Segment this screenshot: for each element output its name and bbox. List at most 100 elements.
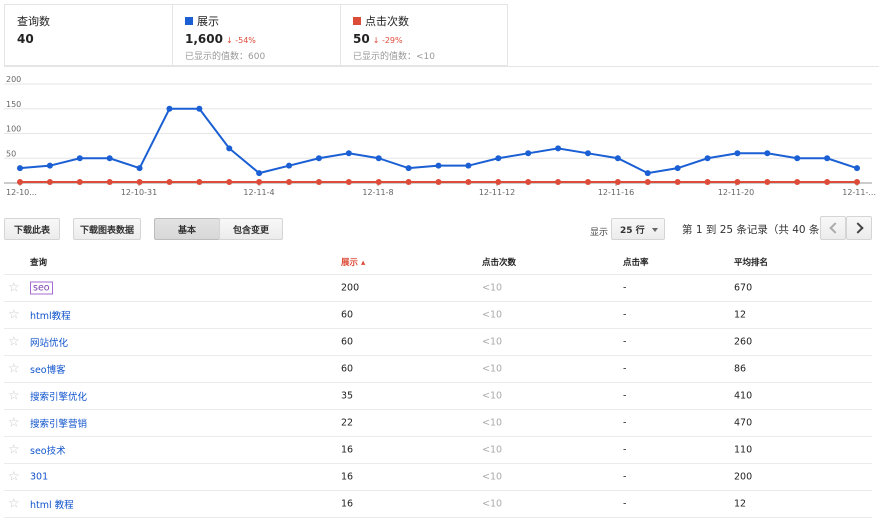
data-point [166, 179, 173, 186]
star-icon[interactable]: ☆ [8, 335, 20, 350]
summary-stats: 查询数 40 展示 1,600 ↓ -54% 已显示的值数：600 点击次数 5… [4, 4, 508, 66]
data-point [854, 165, 860, 172]
x-tick-label: 12-11-4 [243, 188, 274, 197]
col-avg-position[interactable]: 平均排名 [734, 256, 768, 268]
query-link[interactable]: seo [30, 281, 53, 295]
cell-clicks: <10 [482, 498, 503, 510]
col-ctr[interactable]: 点击率 [623, 256, 649, 268]
star-icon[interactable]: ☆ [8, 389, 20, 404]
data-point [136, 179, 143, 186]
data-point [584, 179, 591, 186]
data-point [764, 150, 771, 157]
impressions-color-swatch [185, 17, 193, 25]
cell-clicks: <10 [482, 471, 503, 483]
rows-per-page-value: 25 行 [620, 225, 645, 236]
y-tick-label: 200 [6, 76, 21, 84]
star-icon[interactable]: ☆ [8, 443, 20, 458]
data-point [46, 179, 53, 186]
cell-clicks: <10 [482, 309, 503, 321]
view-with-change-button[interactable]: 包含变更 [219, 218, 283, 240]
stat-impressions-label: 展示 [197, 15, 219, 28]
data-point [435, 162, 442, 169]
download-chart-data-button[interactable]: 下载图表数据 [73, 218, 141, 240]
data-point [405, 179, 412, 186]
data-point [824, 155, 831, 162]
query-link[interactable]: 搜索引擎优化 [30, 392, 87, 403]
queries-table: 查询 展示 ▴ 点击次数 点击率 平均排名 ☆ seo 200 <10 - 670 ☆ htm… [4, 250, 872, 518]
prev-page-button[interactable] [820, 216, 846, 240]
star-icon[interactable]: ☆ [8, 470, 20, 485]
data-point [555, 145, 562, 152]
star-icon[interactable]: ☆ [8, 497, 20, 512]
star-icon[interactable]: ☆ [8, 308, 20, 323]
chevron-right-icon [851, 222, 864, 234]
cell-ctr: - [623, 498, 627, 510]
cell-clicks: <10 [482, 417, 503, 429]
table-row: ☆ html 教程 16 <10 - 12 [4, 491, 872, 518]
data-point [405, 165, 412, 172]
star-icon[interactable]: ☆ [8, 362, 20, 377]
query-link[interactable]: 网站优化 [30, 338, 68, 349]
cell-clicks: <10 [482, 444, 503, 456]
cell-avg-position: 12 [734, 498, 747, 510]
y-tick-label: 50 [6, 149, 16, 158]
star-icon[interactable]: ☆ [8, 281, 20, 296]
col-impressions[interactable]: 展示 ▴ [341, 256, 365, 268]
cell-ctr: - [623, 309, 627, 321]
stat-impressions-value: 1,600 [185, 32, 223, 46]
cell-impressions: 60 [341, 363, 354, 375]
table-row: ☆ 301 16 <10 - 200 [4, 464, 872, 491]
next-page-button[interactable] [846, 216, 872, 240]
query-link[interactable]: 搜索引擎营销 [30, 419, 87, 430]
x-tick-label: 12-11-12 [479, 188, 515, 197]
data-point [794, 155, 801, 162]
cell-ctr: - [623, 390, 627, 402]
data-point [674, 165, 681, 172]
data-point [226, 179, 233, 186]
stat-impressions-delta: ↓ -54% [225, 36, 256, 45]
data-point [854, 179, 860, 186]
table-body: ☆ seo 200 <10 - 670 ☆ html教程 60 <10 - 12 ☆ 网站优化 60 <10 -… [4, 275, 872, 518]
cell-ctr: - [623, 444, 627, 456]
stat-impressions[interactable]: 展示 1,600 ↓ -54% 已显示的值数：600 [172, 4, 340, 66]
x-tick-label: 12-10... [6, 188, 37, 197]
data-point [106, 179, 113, 186]
divider [4, 66, 879, 67]
data-point [764, 179, 771, 186]
x-tick-label: 12-10-31 [121, 188, 157, 197]
col-clicks[interactable]: 点击次数 [482, 256, 516, 268]
data-point [256, 170, 263, 177]
data-point [734, 150, 741, 157]
star-icon[interactable]: ☆ [8, 416, 20, 431]
data-point [465, 179, 472, 186]
data-point [465, 162, 472, 169]
cell-avg-position: 470 [734, 417, 753, 429]
cell-ctr: - [623, 282, 627, 294]
data-point [644, 179, 651, 186]
cell-avg-position: 86 [734, 363, 747, 375]
data-point [584, 150, 591, 157]
view-basic-button[interactable]: 基本 [154, 218, 220, 240]
table-row: ☆ seo技术 16 <10 - 110 [4, 437, 872, 464]
table-row: ☆ seo博客 60 <10 - 86 [4, 356, 872, 383]
download-table-button[interactable]: 下载此表 [4, 218, 60, 240]
query-link[interactable]: seo技术 [30, 446, 66, 457]
stat-clicks[interactable]: 点击次数 50 ↓ -29% 已显示的值数：<10 [340, 4, 508, 66]
cell-avg-position: 410 [734, 390, 753, 402]
data-point [704, 179, 711, 186]
query-link[interactable]: html教程 [30, 311, 71, 322]
cell-clicks: <10 [482, 336, 503, 348]
stat-queries: 查询数 40 [4, 4, 172, 66]
cell-clicks: <10 [482, 282, 503, 294]
cell-avg-position: 260 [734, 336, 753, 348]
stat-queries-label: 查询数 [17, 15, 50, 28]
data-point [76, 179, 83, 186]
query-link[interactable]: seo博客 [30, 365, 66, 376]
query-link[interactable]: 301 [30, 472, 48, 483]
col-query[interactable]: 查询 [30, 256, 47, 268]
query-link[interactable]: html 教程 [30, 500, 74, 511]
record-range-text: 第 1 到 25 条记录（共 40 条） [682, 224, 830, 236]
data-point [166, 105, 173, 112]
rows-per-page-select[interactable]: 25 行 [611, 218, 665, 240]
cell-ctr: - [623, 471, 627, 483]
